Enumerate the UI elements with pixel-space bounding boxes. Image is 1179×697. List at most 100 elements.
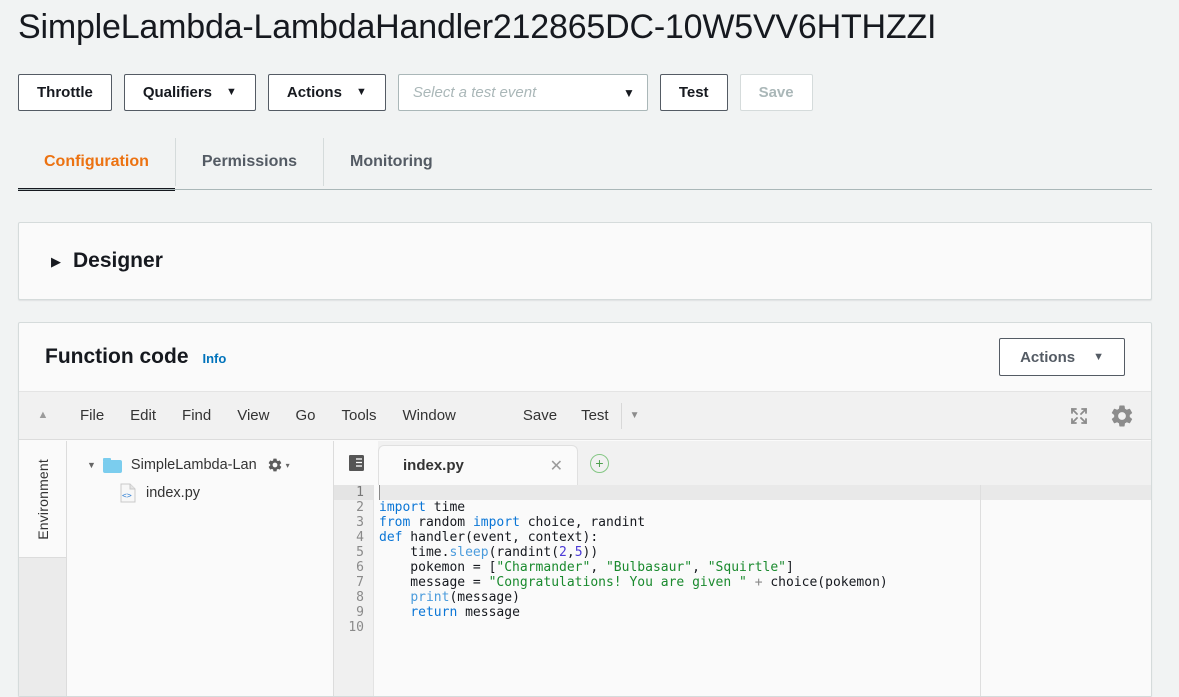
- print-margin-line: [980, 485, 981, 696]
- menu-go[interactable]: Go: [282, 392, 328, 440]
- chevron-right-icon: ▶: [51, 253, 61, 269]
- code-actions-button[interactable]: Actions ▼: [999, 338, 1125, 376]
- svg-text:<>: <>: [122, 491, 132, 500]
- environment-tab[interactable]: Environment: [19, 441, 66, 558]
- menu-edit[interactable]: Edit: [117, 392, 169, 440]
- collapse-editor-button[interactable]: ▲: [19, 410, 67, 421]
- chevron-down-icon: ▼: [1093, 351, 1104, 363]
- menu-window[interactable]: Window: [390, 392, 469, 440]
- chevron-down-icon: ▼: [226, 86, 237, 98]
- tree-item-folder[interactable]: ▼ SimpleLambda-Lan ▾: [67, 451, 333, 479]
- code-editor[interactable]: 1 2 3 4 5 6 7 8 9 10 import time from random impor…: [334, 485, 1151, 696]
- line-number: 1: [334, 485, 373, 500]
- editor-run-controls: Save Test ▼: [511, 402, 648, 429]
- folder-icon: [102, 457, 122, 473]
- tab-monitoring[interactable]: Monitoring: [324, 138, 459, 186]
- add-tab-button[interactable]: +: [590, 454, 609, 473]
- chevron-up-icon: ▲: [37, 409, 49, 421]
- environment-tab-label: Environment: [34, 458, 51, 540]
- function-code-title: Function code: [45, 345, 189, 368]
- editor-icon-group: [1069, 392, 1135, 440]
- page-title: SimpleLambda-LambdaHandler212865DC-10W5V…: [18, 8, 937, 46]
- chevron-down-icon: ▼: [622, 85, 635, 100]
- cloud9-editor: ▲ File Edit Find View Go Tools Window Sa…: [19, 391, 1151, 696]
- qualifiers-button[interactable]: Qualifiers ▼: [123, 74, 256, 111]
- function-code-header: Function code Info Actions ▼: [19, 323, 1151, 391]
- editor-menubar: ▲ File Edit Find View Go Tools Window Sa…: [19, 392, 1151, 440]
- test-event-placeholder: Select a test event: [412, 84, 537, 101]
- menu-tools[interactable]: Tools: [328, 392, 389, 440]
- menu-view[interactable]: View: [224, 392, 282, 440]
- info-link[interactable]: Info: [203, 351, 227, 366]
- text-cursor: [379, 485, 380, 500]
- action-toolbar: Throttle Qualifiers ▼ Actions ▼ Select a…: [18, 74, 825, 111]
- code-line: return message: [410, 605, 520, 620]
- code-file-icon: <>: [119, 483, 137, 503]
- code-line: def handler(event, context):: [379, 530, 599, 545]
- code-actions-label: Actions: [1020, 348, 1076, 366]
- save-button[interactable]: Save: [739, 74, 813, 111]
- editor-column: index.py ✕ + 1 2 3 4 5 6 7 8 9 10 import time from…: [334, 441, 1151, 696]
- designer-title: Designer: [73, 249, 163, 272]
- editor-test-button[interactable]: Test: [569, 407, 621, 424]
- test-button[interactable]: Test: [659, 74, 728, 111]
- editor-body: Environment ▼ SimpleLambda-Lan ▾ <> inde…: [19, 441, 1151, 696]
- tab-configuration[interactable]: Configuration: [18, 138, 176, 191]
- tree-file-label: index.py: [146, 485, 201, 501]
- actions-button[interactable]: Actions ▼: [267, 74, 386, 111]
- chevron-down-icon: ▼: [87, 459, 96, 470]
- expand-icon[interactable]: [1069, 406, 1089, 426]
- menu-find[interactable]: Find: [169, 392, 224, 440]
- throttle-button-label: Throttle: [37, 84, 93, 101]
- file-tree: ▼ SimpleLambda-Lan ▾ <> index.py: [67, 441, 334, 696]
- chevron-down-icon: ▼: [355, 86, 367, 98]
- line-number: 8: [356, 590, 364, 605]
- gear-icon[interactable]: [1109, 403, 1135, 429]
- code-line: print(message): [410, 590, 520, 605]
- actions-button-label: Actions: [286, 84, 342, 101]
- tree-folder-label: SimpleLambda-Lan: [130, 457, 257, 473]
- line-number: 3: [356, 515, 364, 530]
- file-tab-index-py[interactable]: index.py ✕: [378, 445, 578, 485]
- tab-configuration-label: Configuration: [44, 153, 149, 170]
- chevron-down-icon: ▾: [285, 460, 290, 470]
- line-number: 7: [356, 575, 364, 590]
- save-button-label: Save: [758, 84, 794, 101]
- code-line: from random import choice, randint: [379, 515, 646, 530]
- line-number: 9: [356, 605, 364, 620]
- menu-file[interactable]: File: [67, 392, 117, 440]
- line-number-gutter: 1 2 3 4 5 6 7 8 9 10: [334, 485, 374, 696]
- throttle-button[interactable]: Throttle: [18, 74, 112, 111]
- editor-tabbar: index.py ✕ +: [334, 441, 1151, 485]
- code-line: pokemon = ["Charmander", "Bulbasaur", "S…: [379, 560, 794, 575]
- line-number: 4: [356, 530, 364, 545]
- code-line: message = "Congratulations! You are give…: [379, 575, 888, 590]
- function-code-panel: Function code Info Actions ▼ ▲ File Edit…: [18, 322, 1152, 697]
- editor-test-dropdown-icon[interactable]: ▼: [620, 402, 648, 429]
- code-line: time.sleep(randint(2,5)): [379, 545, 599, 560]
- test-button-label: Test: [678, 84, 709, 101]
- tree-folder-settings-button[interactable]: ▾: [267, 457, 290, 473]
- designer-panel: ▶ Designer: [18, 222, 1152, 300]
- line-number: 2: [356, 500, 364, 515]
- designer-toggle[interactable]: ▶ Designer: [19, 223, 1151, 299]
- pane-menu-icon[interactable]: [334, 441, 378, 485]
- line-number: 5: [356, 545, 364, 560]
- qualifiers-button-label: Qualifiers: [142, 84, 213, 101]
- test-event-select[interactable]: Select a test event ▼: [397, 74, 648, 111]
- environment-rail: Environment: [19, 441, 67, 696]
- tab-permissions-label: Permissions: [201, 153, 298, 170]
- code-line: [379, 485, 1151, 500]
- tab-bar: Configuration Permissions Monitoring: [18, 138, 1152, 196]
- line-number: 6: [356, 560, 364, 575]
- tab-permissions[interactable]: Permissions: [176, 138, 325, 186]
- tab-divider: [18, 189, 1152, 190]
- code-line: import time: [379, 500, 466, 515]
- editor-save-button[interactable]: Save: [511, 407, 569, 424]
- function-code-title-group: Function code Info: [45, 345, 226, 369]
- close-icon[interactable]: ✕: [550, 456, 563, 476]
- tree-item-file[interactable]: <> index.py: [67, 479, 333, 507]
- code-content[interactable]: import time from random import choice, ra…: [374, 485, 1151, 696]
- file-tab-label: index.py: [403, 457, 464, 474]
